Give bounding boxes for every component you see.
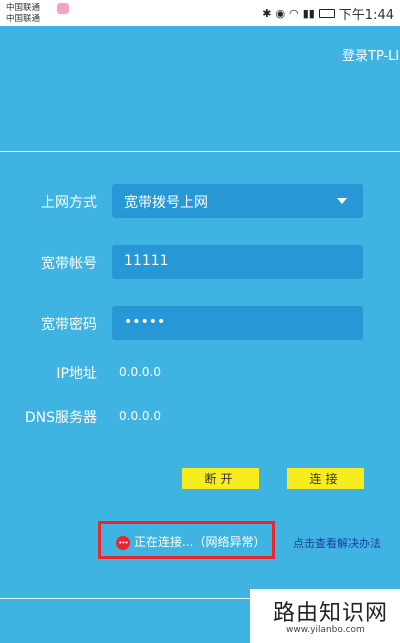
status-bar: 中国联通 中国联通 ✱ ◉ ◠ ▮▮ 下午1:44 [0,0,400,26]
watermark-title: 路由知识网 [273,601,389,626]
clock: 下午1:44 [338,7,394,23]
password-value: ••••• [124,314,166,330]
disconnect-button[interactable]: 断开 [182,468,259,489]
status-icons: ✱ ◉ ◠ ▮▮ 下午1:44 [262,3,394,23]
bluetooth-icon: ✱ [262,6,272,20]
connection-type-select[interactable]: 宽带拨号上网 [112,184,363,218]
dropdown-arrow-icon [337,198,347,204]
watermark: 路由知识网 www.yilanbo.com [250,589,400,643]
connection-type-value: 宽带拨号上网 [124,195,208,211]
battery-icon [318,8,335,18]
connection-status-text: 正在连接...（网络异常） [134,535,266,549]
carrier-badge-icon [57,3,69,14]
help-link[interactable]: 点击查看解决办法 [293,535,381,551]
4g-signal-icon: ▮▮ [302,6,315,20]
connect-button[interactable]: 连接 [287,468,364,489]
header-divider [0,151,400,152]
eye-icon: ◉ [275,6,286,20]
dns-label: DNS服务器 [24,410,97,426]
ip-value: 0.0.0.0 [119,365,161,379]
login-title[interactable]: 登录TP-LINK [342,45,400,64]
carrier-1: 中国联通 [6,3,41,13]
password-label: 宽带密码 [41,317,97,333]
account-input[interactable]: 11111 [112,245,363,279]
wifi-icon: ◠ [289,6,299,20]
watermark-url: www.yilanbo.com [286,625,365,635]
connection-type-label: 上网方式 [41,195,97,211]
carrier-2: 中国联通 [6,14,41,24]
account-value: 11111 [124,253,169,269]
dns-value: 0.0.0.0 [119,409,161,423]
password-input[interactable]: ••••• [112,306,363,340]
more-dots-icon: ••• [116,536,130,550]
account-label: 宽带帐号 [41,256,97,272]
ip-label: IP地址 [56,366,97,382]
